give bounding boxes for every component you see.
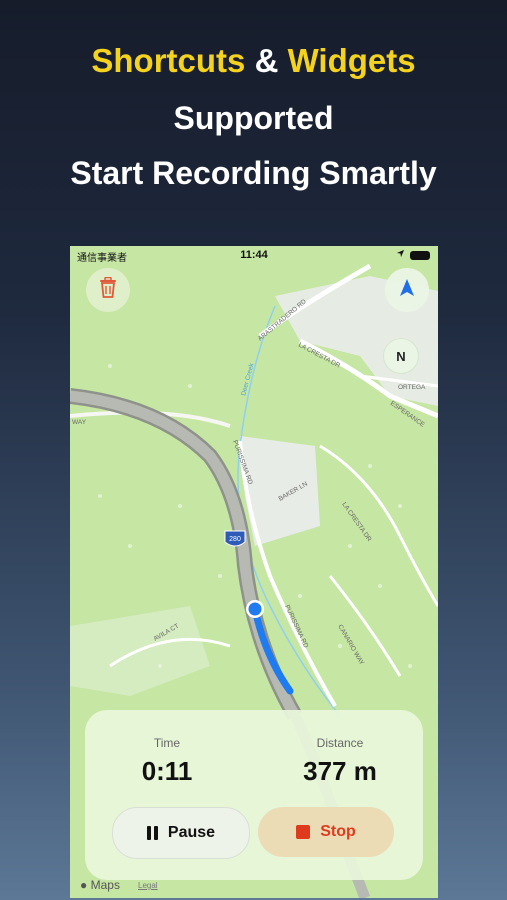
- legal-link[interactable]: Legal: [138, 881, 158, 890]
- phone-screen: 280 ARASTRADERO RD LA CRESTA DR ORTEGA E…: [70, 246, 438, 898]
- headline-line-2: Supported: [173, 100, 334, 136]
- time-label: Time: [153, 736, 181, 750]
- status-bar: 通信事業者 11:44: [70, 246, 438, 266]
- navigation-arrow-icon: [398, 278, 416, 303]
- maps-label: Maps: [90, 878, 120, 892]
- headline-widgets: Widgets: [287, 42, 416, 79]
- current-location-dot: [248, 602, 262, 616]
- time-value: 0:11: [141, 756, 193, 786]
- status-icons: [396, 249, 430, 261]
- compass-button[interactable]: N: [383, 338, 419, 374]
- maps-attribution: ● Maps: [80, 878, 120, 892]
- interstate-shield-label: 280: [229, 536, 241, 543]
- stop-icon: [296, 825, 311, 839]
- pause-button[interactable]: Pause: [112, 807, 250, 859]
- trash-icon: [98, 276, 118, 304]
- distance-value: 377 m: [303, 756, 377, 786]
- recording-panel: Time 0:11 Distance 377 m Pause Stop: [85, 710, 423, 880]
- pause-label: Pause: [167, 824, 216, 841]
- tracking-mode-button[interactable]: [385, 268, 429, 312]
- distance-label: Distance: [316, 736, 364, 750]
- headline-line-1: Shortcuts & Widgets: [0, 42, 507, 80]
- apple-logo-icon: ●: [80, 878, 88, 892]
- interstate-shield: 280: [224, 530, 246, 547]
- delete-recording-button[interactable]: [86, 268, 130, 312]
- stop-label: Stop: [320, 823, 356, 840]
- compass-label: N: [396, 348, 406, 364]
- status-time: 11:44: [240, 249, 268, 261]
- battery-icon: [410, 250, 430, 260]
- headline-ampersand: &: [254, 42, 279, 79]
- stop-button[interactable]: Stop: [258, 807, 394, 857]
- headline-line-3: Start Recording Smartly: [70, 155, 437, 191]
- pause-icon: [146, 826, 158, 840]
- headline-shortcuts: Shortcuts: [91, 42, 246, 79]
- road-label: ORTEGA: [398, 384, 426, 391]
- location-arrow-icon: [396, 249, 405, 261]
- road-label: WAY: [72, 419, 87, 426]
